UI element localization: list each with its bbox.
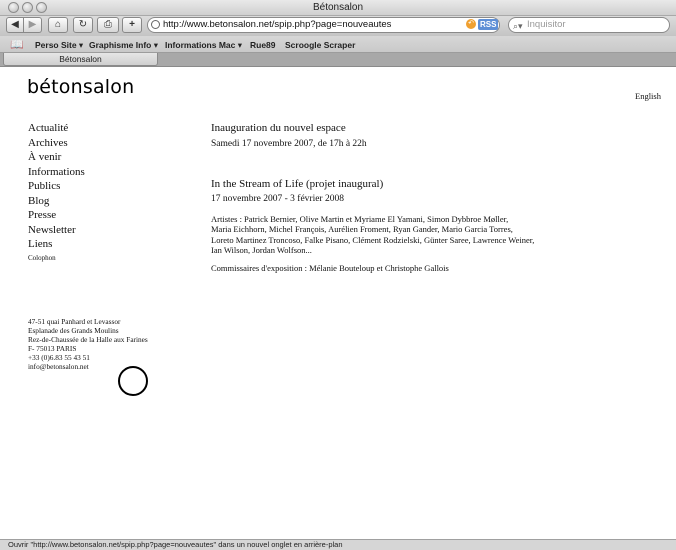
event2-artists: Artistes : Patrick Bernier, Olive Martin…	[211, 214, 571, 256]
web-page: bétonsalon English Actualité Archives À …	[0, 68, 676, 539]
nav-item-colophon[interactable]: Colophon	[28, 252, 85, 264]
phone-number: +33 (0)6.83 55 43 51	[28, 353, 90, 362]
printer-icon: ⎙	[104, 19, 112, 30]
browser-toolbar: ◀ ▶ ⌂ ↻ ⎙ + http://www.betonsalon.net/sp…	[0, 16, 676, 36]
address-line: F- 75013 PARIS	[28, 344, 77, 353]
site-navigation: Actualité Archives À venir Informations …	[28, 121, 85, 264]
event2-date: 17 novembre 2007 - 3 février 2008	[211, 194, 344, 204]
nav-item-presse[interactable]: Presse	[28, 208, 85, 223]
back-arrow-icon: ◀	[11, 19, 19, 30]
bookmark-graphisme-info[interactable]: Graphisme Info ▾	[89, 40, 158, 51]
search-icon: ⌕▾	[513, 21, 523, 31]
postal-address: 47-51 quai Panhard et Levassor Esplanade…	[28, 317, 148, 371]
artists-line: Loreto Martinez Troncoso, Falke Pisano, …	[211, 234, 535, 245]
nav-item-blog[interactable]: Blog	[28, 194, 85, 209]
search-field[interactable]: ⌕▾ Inquisitor	[508, 17, 670, 33]
bookmark-rue89[interactable]: Rue89	[250, 40, 276, 50]
back-button[interactable]: ◀	[6, 17, 24, 33]
nav-item-newsletter[interactable]: Newsletter	[28, 223, 85, 238]
home-icon: ⌂	[54, 19, 62, 30]
address-bar[interactable]: http://www.betonsalon.net/spip.php?page=…	[147, 17, 500, 33]
artists-line: Maria Eichhorn, Michel François, Aurélie…	[211, 224, 513, 235]
forward-arrow-icon: ▶	[28, 19, 37, 30]
window-title: Bétonsalon	[312, 2, 364, 13]
main-content: Inauguration du nouvel espace Samedi 17 …	[211, 121, 571, 273]
nav-item-informations[interactable]: Informations	[28, 165, 85, 180]
search-placeholder: Inquisitor	[527, 19, 566, 30]
nav-item-liens[interactable]: Liens	[28, 237, 85, 252]
bookmark-perso-site[interactable]: Perso Site ▾	[35, 40, 83, 51]
forward-button[interactable]: ▶	[24, 17, 42, 33]
address-line: Rez-de-Chaussée de la Halle aux Farines	[28, 335, 148, 344]
nav-item-archives[interactable]: Archives	[28, 136, 85, 151]
reload-icon: ↻	[78, 19, 88, 30]
address-line: Esplanade des Grands Moulins	[28, 326, 119, 335]
rss-button[interactable]: RSS	[478, 19, 499, 30]
artists-line: Artistes : Patrick Bernier, Olive Martin…	[211, 214, 509, 224]
tab-bar: Bétonsalon	[0, 53, 676, 67]
language-link-english[interactable]: English	[635, 91, 661, 101]
event1-date: Samedi 17 novembre 2007, de 17h à 22h	[211, 139, 367, 149]
title-bar: Bétonsalon	[0, 0, 676, 16]
nav-item-a-venir[interactable]: À venir	[28, 150, 85, 165]
artists-line: Ian Wilson, Jordan Wolfson...	[211, 245, 312, 256]
book-icon[interactable]: 📖	[10, 38, 24, 51]
nav-item-publics[interactable]: Publics	[28, 179, 85, 194]
address-line: 47-51 quai Panhard et Levassor	[28, 317, 121, 326]
event2-curators: Commissaires d'exposition : Mélanie Bout…	[211, 262, 449, 273]
loading-circle-icon	[118, 366, 148, 396]
bookmarks-bar: 📖 Perso Site ▾ Graphisme Info ▾ Informat…	[0, 36, 676, 53]
bookmark-scroogle-scraper[interactable]: Scroogle Scraper	[285, 40, 355, 50]
event1-title[interactable]: Inauguration du nouvel espace	[211, 121, 571, 135]
site-logo[interactable]: bétonsalon	[27, 76, 134, 98]
status-bar: Ouvrir "http://www.betonsalon.net/spip.p…	[0, 539, 676, 550]
add-bookmark-button[interactable]: +	[122, 17, 142, 33]
plus-icon: +	[129, 19, 135, 30]
reload-button[interactable]: ↻	[73, 17, 93, 33]
url-text: http://www.betonsalon.net/spip.php?page=…	[163, 19, 392, 30]
event2-title[interactable]: In the Stream of Life (projet inaugural)	[211, 177, 571, 191]
page-status-icon	[151, 20, 160, 29]
nav-item-actualite[interactable]: Actualité	[28, 121, 85, 136]
tab-betonsalon[interactable]: Bétonsalon	[3, 53, 158, 66]
print-button[interactable]: ⎙	[97, 17, 119, 33]
bookmark-informations-mac[interactable]: Informations Mac ▾	[165, 40, 242, 51]
snapback-icon[interactable]: ↶	[466, 19, 476, 29]
home-button[interactable]: ⌂	[48, 17, 68, 33]
